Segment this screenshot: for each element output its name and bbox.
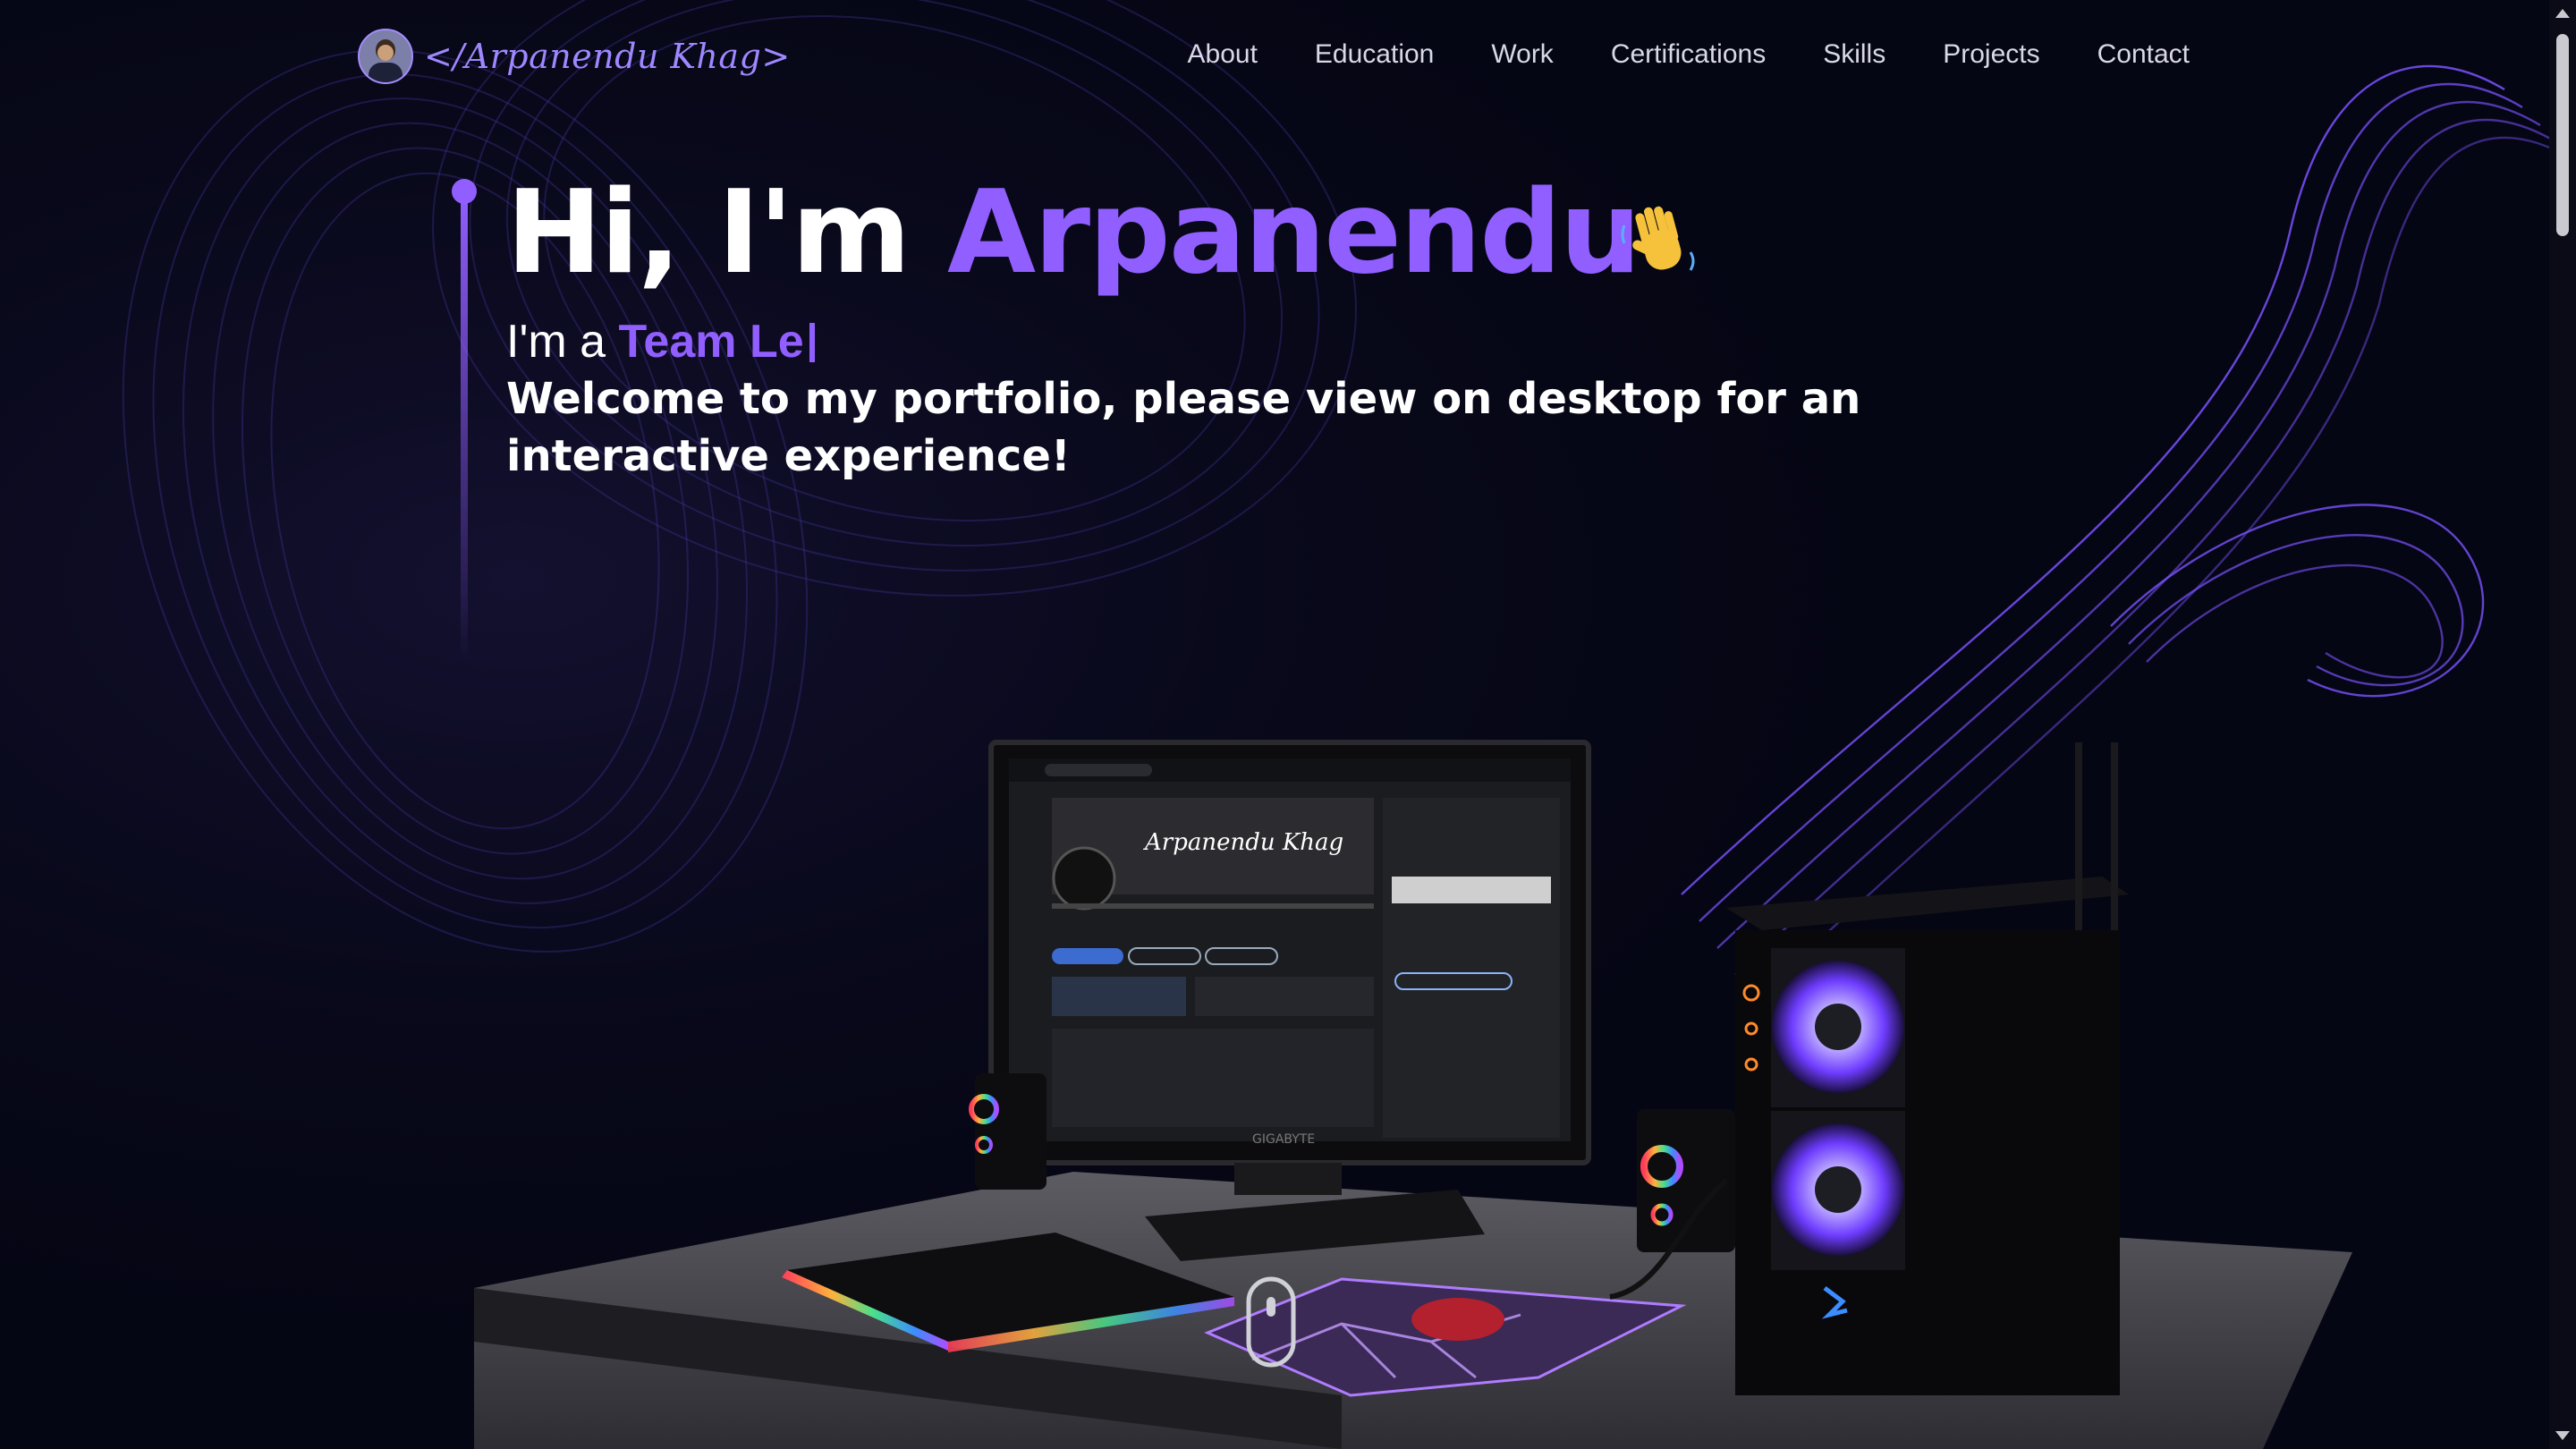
hero-accent-line	[452, 179, 477, 662]
hero-greeting: Hi, I'm	[506, 166, 947, 300]
page-scrollbar[interactable]	[2549, 0, 2576, 1449]
screen-profile-name: Arpanendu Khag	[1143, 829, 1343, 856]
welcome-message: Welcome to my portfolio, please view on …	[506, 374, 1861, 481]
role-prefix: I'm a	[506, 316, 619, 368]
logo-link[interactable]: </Arpanendu Khag>	[358, 29, 791, 84]
hero-title: Hi, I'm Arpanendu	[506, 166, 1641, 301]
mouse	[1411, 1298, 1504, 1341]
role-typewriter: I'm a Team Le	[506, 315, 815, 369]
avatar	[358, 29, 413, 84]
top-navbar: </Arpanendu Khag> About Education Work C…	[0, 0, 2576, 116]
logo-text: </Arpanendu Khag>	[424, 37, 791, 76]
role-typed-text: Team Le	[618, 316, 804, 368]
nav-links: About Education Work Certifications Skil…	[1188, 39, 2190, 70]
nav-link-education[interactable]: Education	[1315, 39, 1434, 70]
nav-link-projects[interactable]: Projects	[1943, 39, 2039, 70]
nav-link-skills[interactable]: Skills	[1823, 39, 1885, 70]
scroll-thumb[interactable]	[2556, 34, 2569, 236]
monitor-brand: GIGABYTE	[1252, 1132, 1315, 1147]
waving-hand-icon	[1621, 206, 1695, 271]
nav-link-certifications[interactable]: Certifications	[1611, 39, 1766, 70]
typing-cursor	[809, 323, 815, 362]
desktop-pc-3d-scene[interactable]: Arpanendu Khag GIGABYTE	[447, 716, 2415, 1449]
nav-link-about[interactable]: About	[1188, 39, 1258, 70]
left-speaker	[975, 1073, 1046, 1190]
scroll-down-arrow-icon[interactable]	[2555, 1431, 2570, 1440]
scroll-up-arrow-icon[interactable]	[2555, 9, 2570, 18]
nav-link-work[interactable]: Work	[1491, 39, 1553, 70]
nav-link-contact[interactable]: Contact	[2097, 39, 2190, 70]
hero-name: Arpanendu	[946, 166, 1641, 300]
